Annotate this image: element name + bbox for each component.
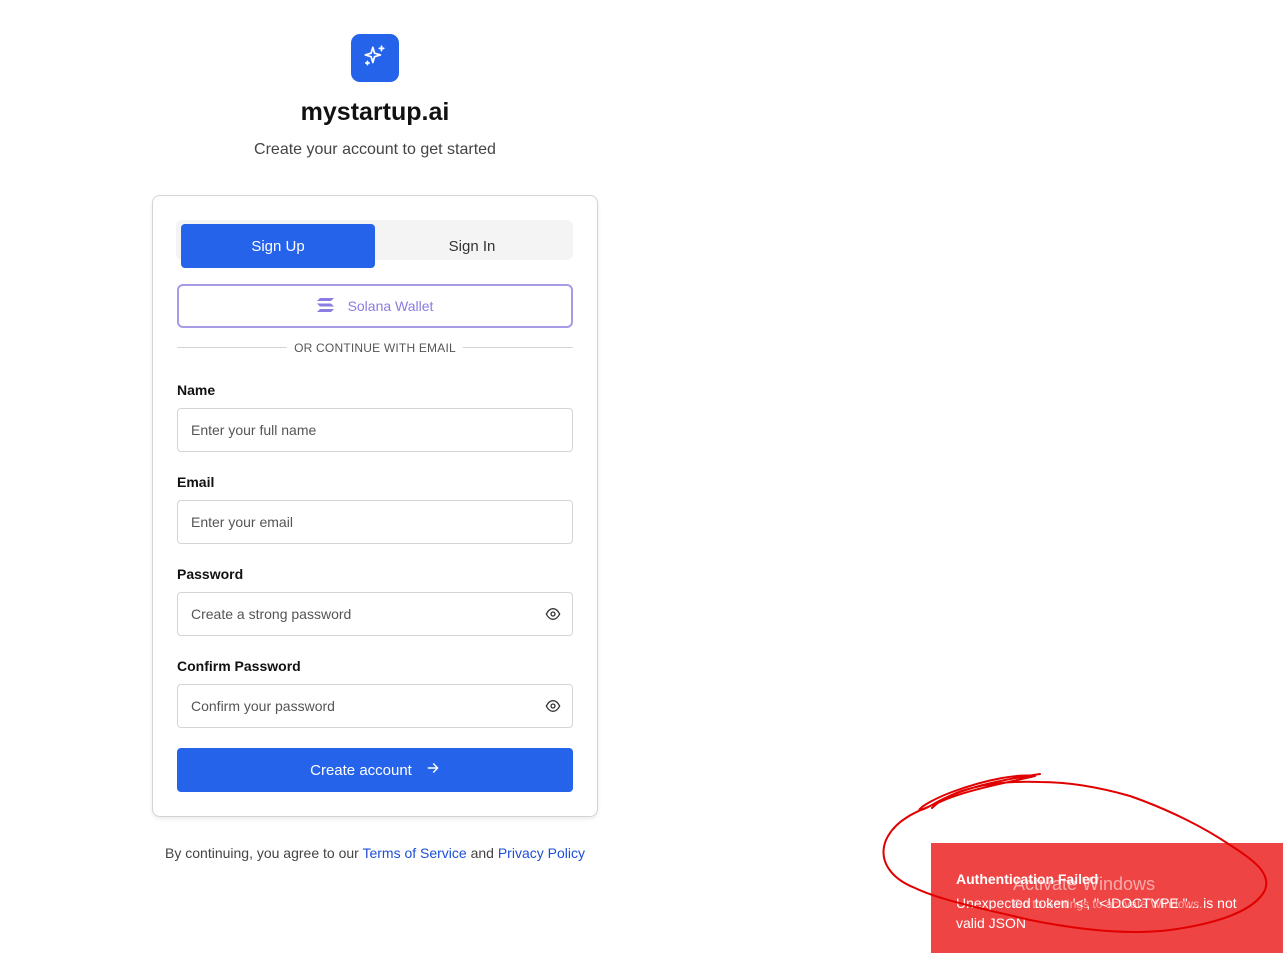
toast-message: Unexpected token '<', "<!DOCTYPE "... is… [956,895,1237,931]
sparkles-icon [362,43,388,74]
privacy-policy-link[interactable]: Privacy Policy [498,845,585,861]
tab-sign-in[interactable]: Sign In [375,224,569,268]
terms-of-service-link[interactable]: Terms of Service [362,845,466,861]
app-logo [351,34,399,82]
arrow-right-icon [426,761,440,779]
create-account-button[interactable]: Create account [177,748,573,792]
terms-notice: By continuing, you agree to our Terms of… [160,843,590,863]
terms-prefix: By continuing, you agree to our [165,845,359,861]
tab-sign-up[interactable]: Sign Up [181,224,375,268]
solana-wallet-button[interactable]: Solana Wallet [177,284,573,328]
email-input[interactable] [177,500,573,544]
name-label: Name [177,382,216,398]
email-label: Email [177,474,215,490]
error-toast: Authentication Failed Unexpected token '… [931,843,1283,953]
divider-line-right [463,347,573,348]
divider-line-left [177,347,287,348]
toast-title: Authentication Failed [956,871,1099,887]
solana-wallet-label: Solana Wallet [347,298,434,314]
app-name: mystartup.ai [300,98,450,126]
name-input[interactable] [177,408,573,452]
password-input[interactable] [177,592,573,636]
create-account-label: Create account [310,761,412,779]
confirm-password-input[interactable] [177,684,573,728]
eye-icon[interactable] [544,697,562,715]
password-label: Password [177,566,244,582]
app-tagline: Create your account to get started [254,141,496,158]
eye-icon[interactable] [544,605,562,623]
divider-text: OR CONTINUE WITH EMAIL [294,341,456,355]
confirm-password-label: Confirm Password [177,658,301,674]
solana-icon [316,297,334,315]
terms-and: and [470,845,494,861]
